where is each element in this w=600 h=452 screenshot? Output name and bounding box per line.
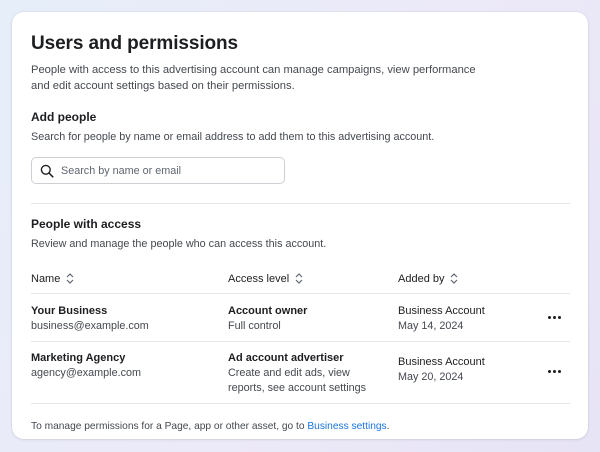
more-options-icon[interactable] xyxy=(542,307,566,327)
added-date: May 14, 2024 xyxy=(398,320,464,332)
column-header-label: Added by xyxy=(398,272,445,285)
added-by: Business Account xyxy=(398,356,485,368)
person-email: business@example.com xyxy=(31,320,149,332)
more-options-icon[interactable] xyxy=(542,361,566,381)
added-cell: Business Account May 20, 2024 xyxy=(398,351,538,385)
permissions-card: Users and permissions People with access… xyxy=(12,12,588,439)
people-access-title: People with access xyxy=(31,217,142,231)
footer-suffix: . xyxy=(386,421,390,432)
access-cell: Ad account advertiser Create and edit ad… xyxy=(228,351,398,396)
page-description: People with access to this advertising a… xyxy=(31,64,476,92)
search-box[interactable] xyxy=(31,157,285,184)
actions-cell xyxy=(538,351,570,381)
page-title: Users and permissions xyxy=(31,33,238,54)
column-header-added-by[interactable]: Added by xyxy=(398,273,538,285)
person-name: Your Business xyxy=(31,305,108,317)
actions-cell xyxy=(538,304,570,327)
footer-note: To manage permissions for a Page, app or… xyxy=(31,421,570,432)
added-by: Business Account xyxy=(398,305,485,317)
add-people-subtitle: Search for people by name or email addre… xyxy=(31,131,435,143)
access-level: Account owner xyxy=(228,305,308,317)
table-row: Your Business business@example.com Accou… xyxy=(31,294,570,342)
people-access-section: People with access Review and manage the… xyxy=(31,216,570,404)
access-description: Full control xyxy=(228,320,281,332)
name-cell: Marketing Agency agency@example.com xyxy=(31,351,228,381)
added-date: May 20, 2024 xyxy=(398,371,464,383)
search-icon xyxy=(40,164,54,178)
name-cell: Your Business business@example.com xyxy=(31,304,228,334)
access-level: Ad account advertiser xyxy=(228,352,344,364)
column-header-label: Name xyxy=(31,272,61,285)
access-description: Create and edit ads, view reports, see a… xyxy=(228,367,367,394)
business-settings-link[interactable]: Business settings xyxy=(307,421,386,432)
people-table: Name Access level Added by Your Business… xyxy=(31,264,570,404)
add-people-title: Add people xyxy=(31,110,97,124)
column-header-name[interactable]: Name xyxy=(31,273,228,285)
table-row: Marketing Agency agency@example.com Ad a… xyxy=(31,342,570,404)
person-name: Marketing Agency xyxy=(31,352,126,364)
access-cell: Account owner Full control xyxy=(228,304,398,334)
sort-icon xyxy=(295,273,303,284)
sort-icon xyxy=(66,273,74,284)
add-people-section: Add people Search for people by name or … xyxy=(31,109,570,184)
people-access-subtitle: Review and manage the people who can acc… xyxy=(31,238,327,250)
sort-icon xyxy=(450,273,458,284)
search-input[interactable] xyxy=(61,164,276,177)
column-header-access-level[interactable]: Access level xyxy=(228,273,398,285)
added-cell: Business Account May 14, 2024 xyxy=(398,304,538,334)
table-header: Name Access level Added by xyxy=(31,264,570,294)
section-divider xyxy=(31,203,570,204)
column-header-label: Access level xyxy=(228,272,290,285)
person-email: agency@example.com xyxy=(31,367,141,379)
footer-text: To manage permissions for a Page, app or… xyxy=(31,421,308,432)
